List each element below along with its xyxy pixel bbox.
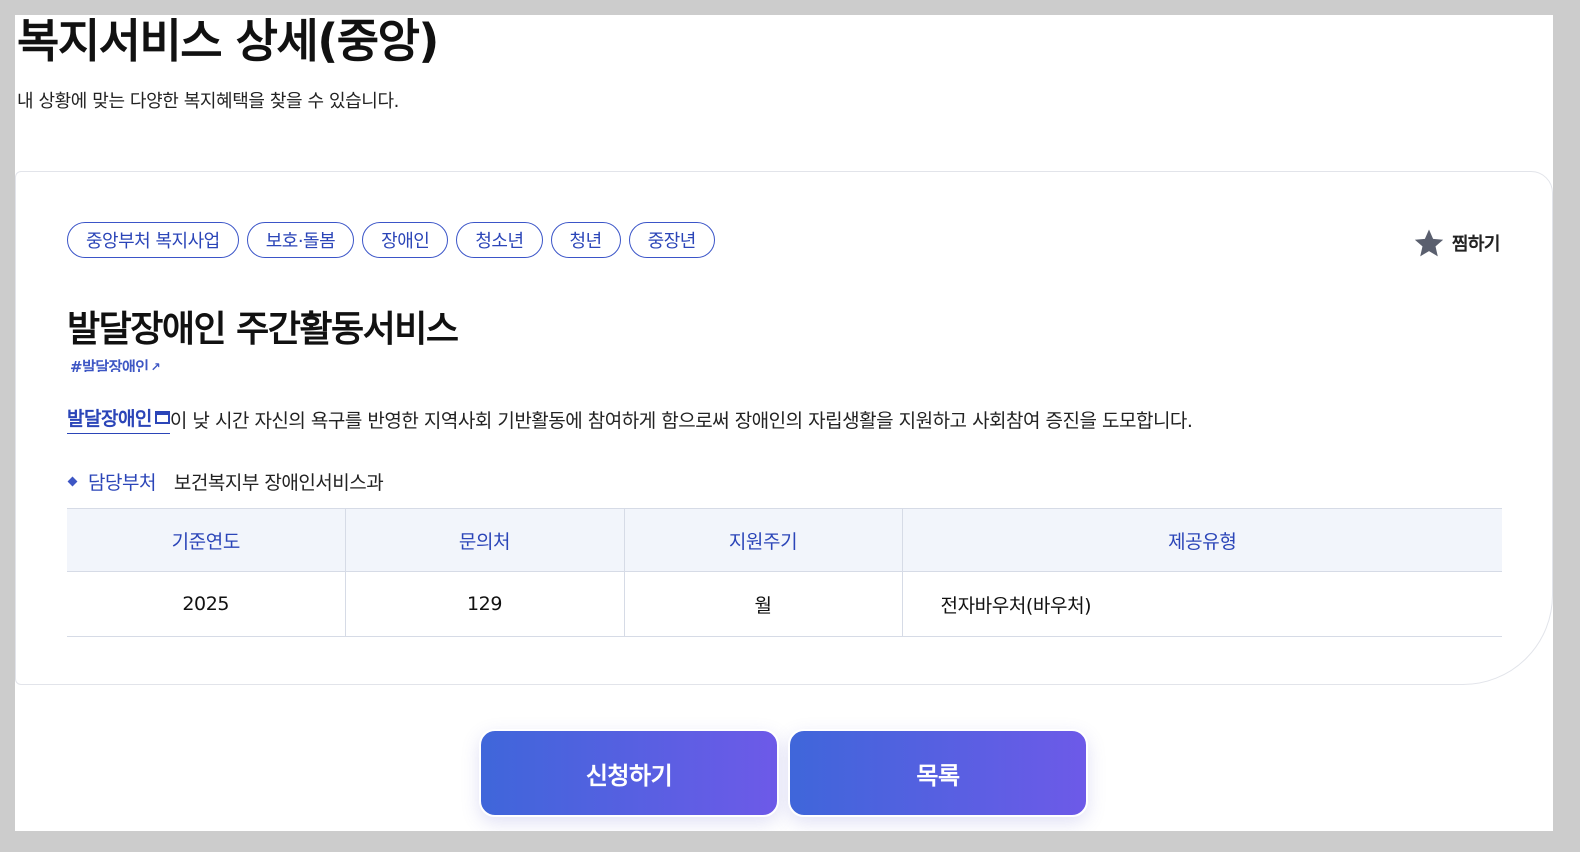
diamond-bullet-icon <box>67 476 78 487</box>
service-description: 발달장애인 이 낮 시간 자신의 욕구를 반영한 지역사회 기반활동에 참여하게… <box>67 404 1193 434</box>
header-contact: 문의처 <box>345 508 625 572</box>
list-button[interactable]: 목록 <box>788 729 1088 817</box>
page-title: 복지서비스 상세(중앙) <box>17 15 439 68</box>
header-base-year: 기준연도 <box>67 508 346 572</box>
bookmark-label: 찜하기 <box>1451 234 1501 255</box>
cell-base-year: 2025 <box>67 571 346 637</box>
service-detail-card: 중앙부처 복지사업 보호·돌봄 장애인 청소년 청년 중장년 찜하기 발달장애인… <box>15 171 1553 685</box>
popup-window-icon <box>154 411 170 424</box>
description-term-link[interactable]: 발달장애인 <box>67 404 170 434</box>
external-link-icon: ↗ <box>150 360 161 372</box>
hashtag-link[interactable]: #발달장애인 ↗ <box>70 356 160 372</box>
tag-middle-aged[interactable]: 중장년 <box>628 222 715 258</box>
service-title: 발달장애인 주간활동서비스 <box>67 309 459 350</box>
cell-provision-type: 전자바우처(바우처) <box>902 571 1502 637</box>
cell-support-cycle: 월 <box>624 571 903 637</box>
apply-button[interactable]: 신청하기 <box>479 729 779 817</box>
header-support-cycle: 지원주기 <box>624 508 903 572</box>
tag-young-adult[interactable]: 청년 <box>550 222 621 258</box>
cell-contact: 129 <box>345 571 625 637</box>
page-subtitle: 내 상황에 맞는 다양한 복지혜택을 찾을 수 있습니다. <box>17 91 399 112</box>
description-term-text: 발달장애인 <box>67 408 152 430</box>
description-text: 이 낮 시간 자신의 욕구를 반영한 지역사회 기반활동에 참여하게 함으로써 … <box>169 409 1193 432</box>
service-info-table: 기준연도 문의처 지원주기 제공유형 2025 129 월 전자바우처(바우처) <box>67 508 1502 637</box>
hashtag-text: #발달장애인 <box>70 358 149 372</box>
page: 복지서비스 상세(중앙) 내 상황에 맞는 다양한 복지혜택을 찾을 수 있습니… <box>15 15 1553 831</box>
header-provision-type: 제공유형 <box>902 508 1502 572</box>
bookmark-button[interactable]: 찜하기 <box>1412 226 1501 260</box>
star-icon <box>1414 229 1443 257</box>
tag-youth[interactable]: 청소년 <box>456 222 543 258</box>
category-tags: 중앙부처 복지사업 보호·돌봄 장애인 청소년 청년 중장년 <box>67 222 715 258</box>
tag-protection-care[interactable]: 보호·돌봄 <box>246 222 355 258</box>
department-value: 보건복지부 장애인서비스과 <box>173 472 384 494</box>
table-row: 2025 129 월 전자바우처(바우처) <box>67 571 1502 637</box>
department-row: 담당부처 보건복지부 장애인서비스과 <box>67 468 384 495</box>
department-label: 담당부처 <box>88 472 156 494</box>
table-header-row: 기준연도 문의처 지원주기 제공유형 <box>67 508 1502 572</box>
tag-central-welfare[interactable]: 중앙부처 복지사업 <box>67 222 239 258</box>
tag-disabled[interactable]: 장애인 <box>362 222 449 258</box>
